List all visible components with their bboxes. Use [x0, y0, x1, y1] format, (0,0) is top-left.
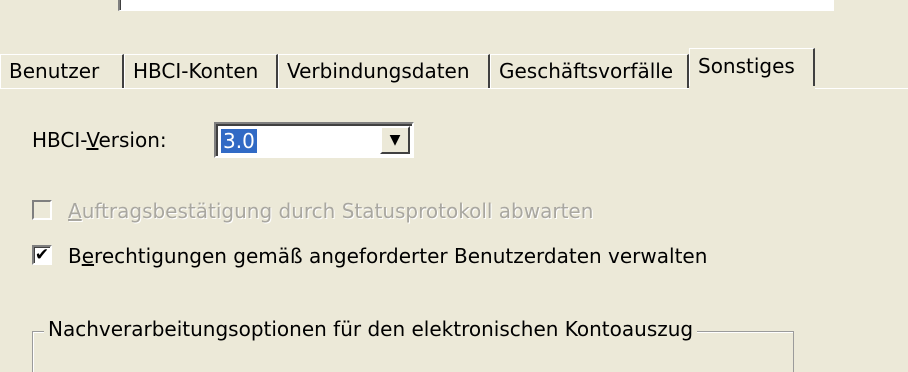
tab-verbindungsdaten[interactable]: Verbindungsdaten	[278, 54, 490, 88]
tab-label: Sonstiges	[698, 54, 795, 78]
permissions-checkbox[interactable]: ✔	[32, 245, 52, 265]
dropdown-button[interactable]: ▼	[380, 126, 410, 154]
checkmark-icon: ✔	[34, 245, 50, 265]
permissions-option: ✔ Berechtigungen gemäß angeforderter Ben…	[32, 243, 732, 269]
hbci-version-select[interactable]: 3.0 ▼	[214, 122, 414, 158]
tab-geschaeftsvorfaelle[interactable]: Geschäftsvorfälle	[490, 54, 689, 88]
tab-hbci-konten[interactable]: HBCI-Konten	[124, 54, 278, 88]
tab-label: Benutzer	[9, 59, 100, 83]
tab-strip: Benutzer HBCI-Konten Verbindungsdaten Ge…	[0, 48, 908, 89]
postprocessing-group-title: Nachverarbeitungsoptionen für den elektr…	[44, 316, 698, 342]
tab-label: Verbindungsdaten	[287, 59, 470, 83]
tab-label: Geschäftsvorfälle	[499, 59, 674, 83]
accelerator-key: V	[86, 128, 99, 152]
tab-label: HBCI-Konten	[133, 59, 259, 83]
status-protocol-label: Auftragsbestätigung durch Statusprotokol…	[68, 199, 594, 223]
status-protocol-checkbox[interactable]	[32, 200, 52, 220]
status-protocol-option: Auftragsbestätigung durch Statusprotokol…	[32, 198, 652, 224]
tab-benutzer[interactable]: Benutzer	[0, 54, 124, 88]
top-input-field[interactable]	[118, 0, 834, 11]
permissions-label: Berechtigungen gemäß angeforderter Benut…	[68, 244, 708, 268]
hbci-version-label: HBCI-Version:	[32, 128, 167, 152]
hbci-version-value: 3.0	[221, 129, 257, 153]
tab-sonstiges[interactable]: Sonstiges	[689, 48, 815, 89]
chevron-down-icon: ▼	[389, 132, 401, 148]
